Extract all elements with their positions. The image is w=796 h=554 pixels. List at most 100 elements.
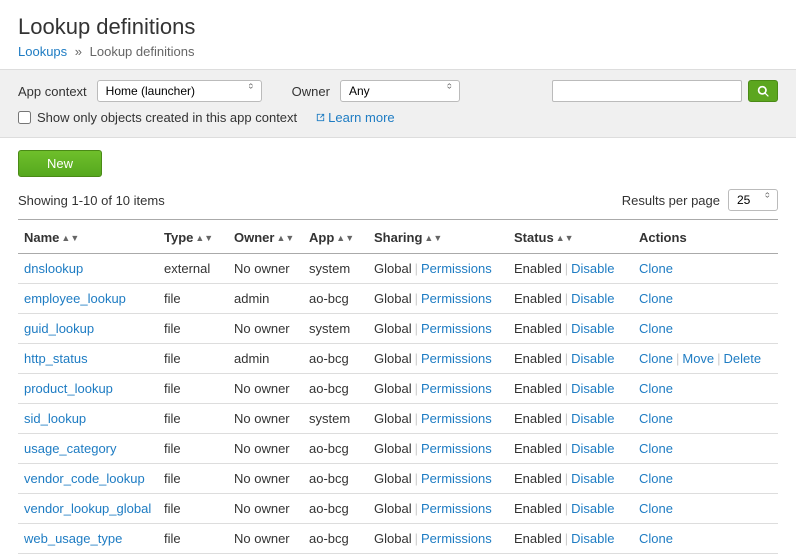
cell-app: ao-bcg [303, 524, 368, 554]
lookup-name-link[interactable]: product_lookup [24, 381, 113, 396]
action-delete[interactable]: Delete [724, 351, 762, 366]
lookup-name-link[interactable]: http_status [24, 351, 88, 366]
disable-link[interactable]: Disable [571, 381, 614, 396]
permissions-link[interactable]: Permissions [421, 441, 492, 456]
search-input[interactable] [552, 80, 742, 102]
cell-type: file [158, 284, 228, 314]
pipe: | [565, 261, 568, 276]
permissions-link[interactable]: Permissions [421, 471, 492, 486]
action-clone[interactable]: Clone [639, 321, 673, 336]
action-clone[interactable]: Clone [639, 441, 673, 456]
action-clone[interactable]: Clone [639, 351, 673, 366]
action-clone[interactable]: Clone [639, 291, 673, 306]
cell-app: ao-bcg [303, 464, 368, 494]
action-clone[interactable]: Clone [639, 471, 673, 486]
cell-type: external [158, 254, 228, 284]
external-link-icon [315, 112, 326, 123]
table-row: guid_lookupfileNo ownersystemGlobal|Perm… [18, 314, 778, 344]
cell-type: file [158, 314, 228, 344]
cell-status: Enabled [514, 321, 562, 336]
cell-owner: admin [228, 284, 303, 314]
col-type[interactable]: Type▲▼ [158, 220, 228, 254]
cell-type: file [158, 404, 228, 434]
permissions-link[interactable]: Permissions [421, 321, 492, 336]
lookup-name-link[interactable]: web_usage_type [24, 531, 122, 546]
table-row: http_statusfileadminao-bcgGlobal|Permiss… [18, 344, 778, 374]
cell-app: ao-bcg [303, 374, 368, 404]
col-status[interactable]: Status▲▼ [508, 220, 633, 254]
owner-select[interactable]: Any [340, 80, 460, 102]
permissions-link[interactable]: Permissions [421, 261, 492, 276]
table-row: vendor_code_lookupfileNo ownerao-bcgGlob… [18, 464, 778, 494]
cell-status: Enabled [514, 471, 562, 486]
lookup-name-link[interactable]: sid_lookup [24, 411, 86, 426]
pipe: | [415, 261, 418, 276]
permissions-link[interactable]: Permissions [421, 291, 492, 306]
new-button[interactable]: New [18, 150, 102, 177]
action-clone[interactable]: Clone [639, 411, 673, 426]
cell-sharing: Global [374, 501, 412, 516]
app-context-select[interactable]: Home (launcher) [97, 80, 262, 102]
action-move[interactable]: Move [682, 351, 714, 366]
cell-sharing: Global [374, 381, 412, 396]
search-button[interactable] [748, 80, 778, 102]
cell-owner: No owner [228, 464, 303, 494]
pipe: | [415, 441, 418, 456]
pipe: | [565, 321, 568, 336]
lookup-name-link[interactable]: usage_category [24, 441, 117, 456]
lookup-table: Name▲▼ Type▲▼ Owner▲▼ App▲▼ Sharing▲▼ St… [18, 219, 778, 554]
learn-more-link[interactable]: Learn more [315, 110, 394, 125]
show-only-checkbox[interactable] [18, 111, 31, 124]
lookup-name-link[interactable]: employee_lookup [24, 291, 126, 306]
pipe: | [565, 471, 568, 486]
app-context-label: App context [18, 84, 87, 99]
pipe: | [415, 321, 418, 336]
permissions-link[interactable]: Permissions [421, 381, 492, 396]
cell-app: ao-bcg [303, 434, 368, 464]
col-app[interactable]: App▲▼ [303, 220, 368, 254]
action-clone[interactable]: Clone [639, 531, 673, 546]
pipe: | [565, 381, 568, 396]
cell-status: Enabled [514, 441, 562, 456]
permissions-link[interactable]: Permissions [421, 501, 492, 516]
disable-link[interactable]: Disable [571, 441, 614, 456]
cell-type: file [158, 494, 228, 524]
breadcrumb-current: Lookup definitions [90, 44, 195, 59]
cell-owner: No owner [228, 434, 303, 464]
disable-link[interactable]: Disable [571, 351, 614, 366]
sort-icon: ▲▼ [424, 236, 442, 241]
cell-status: Enabled [514, 531, 562, 546]
disable-link[interactable]: Disable [571, 501, 614, 516]
search-icon [757, 85, 770, 98]
cell-owner: No owner [228, 314, 303, 344]
pipe: | [676, 351, 679, 366]
disable-link[interactable]: Disable [571, 531, 614, 546]
permissions-link[interactable]: Permissions [421, 351, 492, 366]
action-clone[interactable]: Clone [639, 261, 673, 276]
col-name[interactable]: Name▲▼ [18, 220, 158, 254]
cell-app: system [303, 404, 368, 434]
lookup-name-link[interactable]: vendor_code_lookup [24, 471, 145, 486]
disable-link[interactable]: Disable [571, 261, 614, 276]
lookup-name-link[interactable]: vendor_lookup_global [24, 501, 151, 516]
lookup-name-link[interactable]: guid_lookup [24, 321, 94, 336]
cell-owner: No owner [228, 494, 303, 524]
pipe: | [415, 501, 418, 516]
disable-link[interactable]: Disable [571, 321, 614, 336]
disable-link[interactable]: Disable [571, 291, 614, 306]
permissions-link[interactable]: Permissions [421, 531, 492, 546]
col-owner[interactable]: Owner▲▼ [228, 220, 303, 254]
disable-link[interactable]: Disable [571, 471, 614, 486]
action-clone[interactable]: Clone [639, 501, 673, 516]
permissions-link[interactable]: Permissions [421, 411, 492, 426]
breadcrumb: Lookups » Lookup definitions [18, 44, 778, 59]
cell-sharing: Global [374, 531, 412, 546]
action-clone[interactable]: Clone [639, 381, 673, 396]
cell-type: file [158, 464, 228, 494]
col-sharing[interactable]: Sharing▲▼ [368, 220, 508, 254]
pipe: | [565, 441, 568, 456]
lookup-name-link[interactable]: dnslookup [24, 261, 83, 276]
disable-link[interactable]: Disable [571, 411, 614, 426]
rpp-select[interactable]: 25 [728, 189, 778, 211]
breadcrumb-link-lookups[interactable]: Lookups [18, 44, 67, 59]
